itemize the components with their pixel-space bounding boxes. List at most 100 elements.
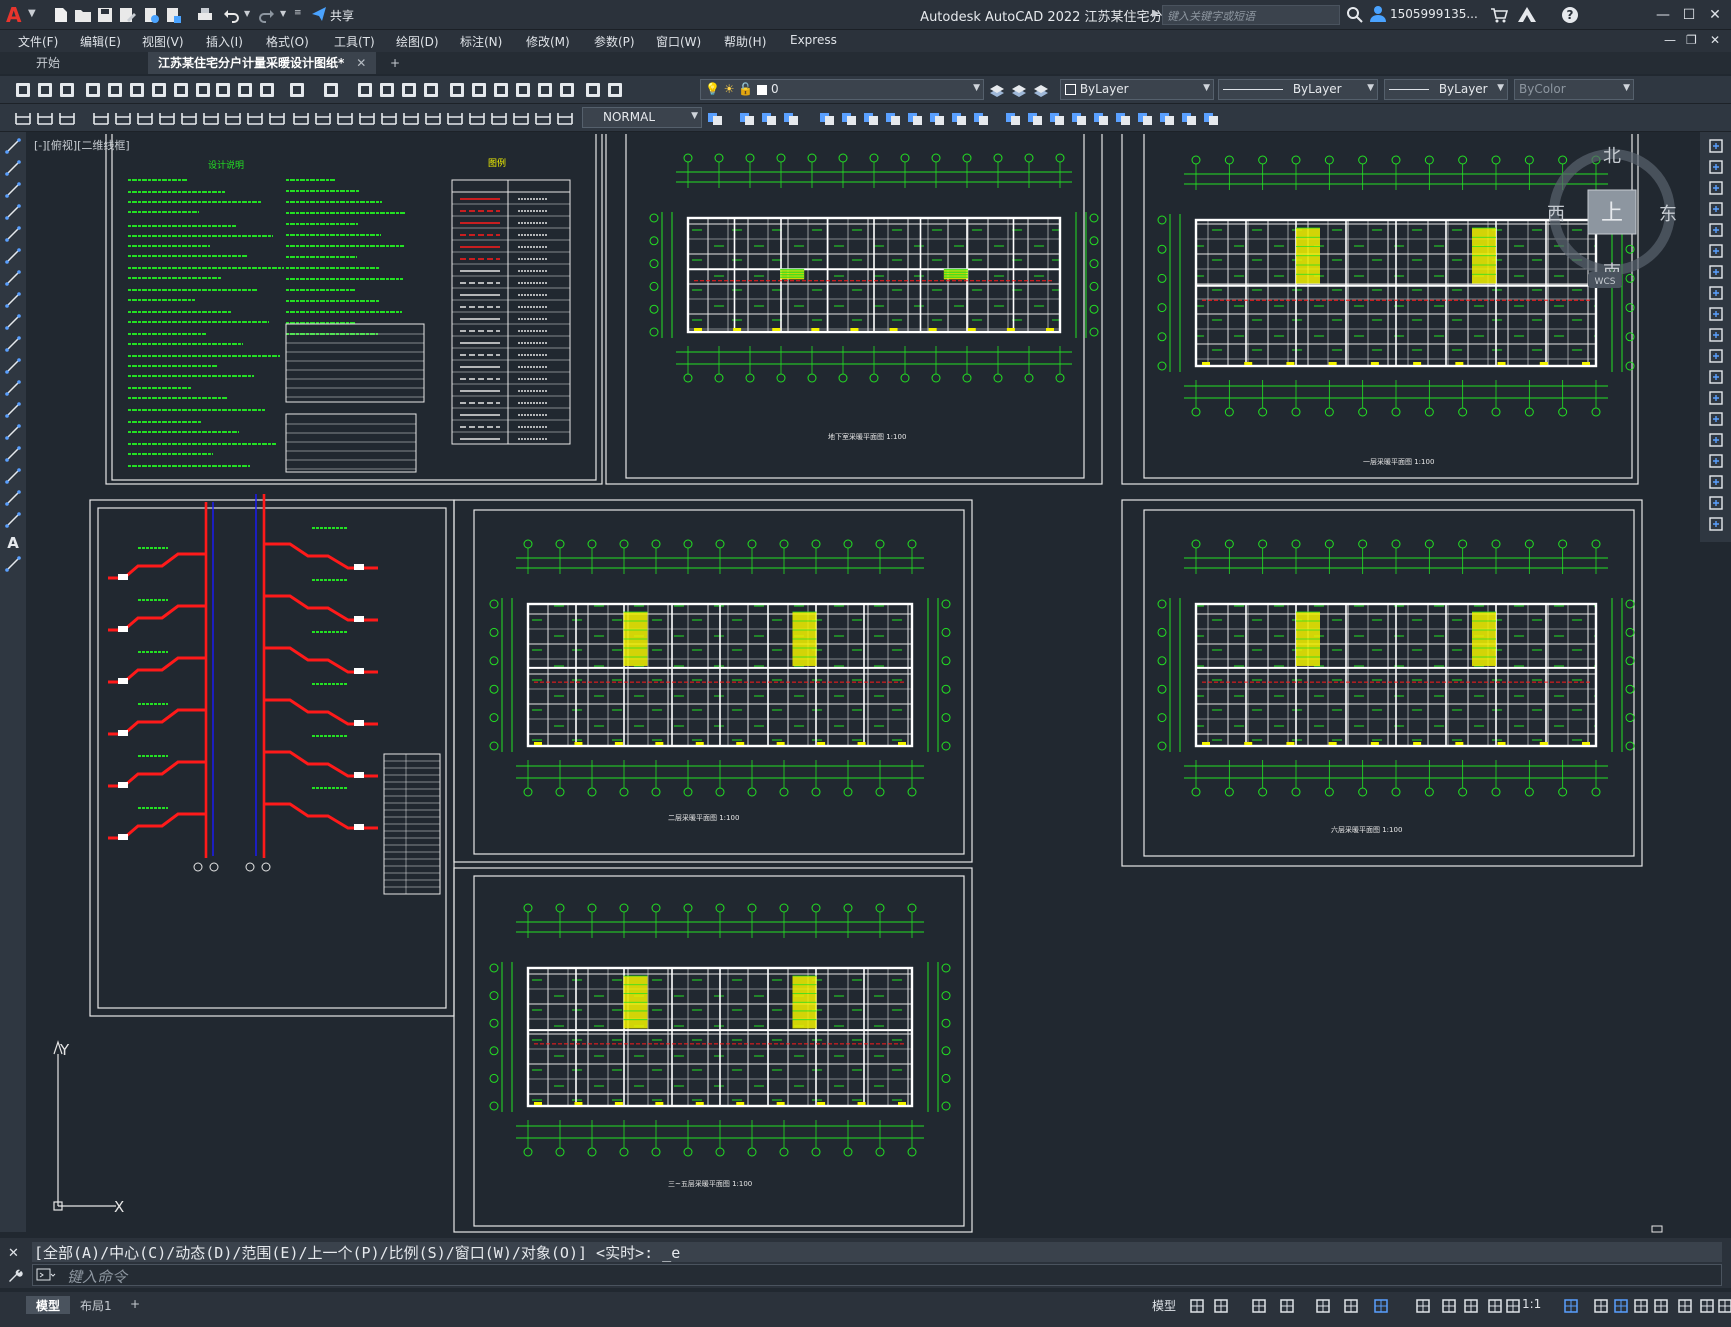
help-icon[interactable]: ? [1560, 5, 1580, 25]
modify-tool-16-icon[interactable] [1070, 109, 1088, 127]
draw-tool-12-icon[interactable] [5, 380, 21, 396]
menu-edit[interactable]: 编辑(E) [80, 33, 121, 50]
dimension-tool-11-icon[interactable] [246, 109, 264, 127]
dimension-tool-15-icon[interactable] [336, 109, 354, 127]
menu-file[interactable]: 文件(F) [18, 33, 58, 50]
units-icon[interactable] [1612, 1297, 1630, 1315]
command-input[interactable]: 键入命令 [32, 1264, 1722, 1286]
tab-model[interactable]: 模型 [26, 1296, 71, 1314]
modify-side-tool-1-icon[interactable] [1708, 138, 1724, 154]
lineweight-dropdown[interactable]: ByLayer ▼ [1384, 79, 1508, 100]
draw-tool-9-icon[interactable] [5, 314, 21, 330]
modify-tool-4-icon[interactable] [782, 109, 800, 127]
color-dropdown[interactable]: ByLayer ▼ [1060, 79, 1214, 100]
draw-tool-6-icon[interactable] [5, 248, 21, 264]
frame-system-diagram[interactable] [89, 499, 455, 1017]
annotation-monitor-icon[interactable] [1592, 1297, 1610, 1315]
user-name[interactable]: 1505999135... [1390, 7, 1478, 21]
draw-tool-16-icon[interactable] [5, 468, 21, 484]
3d-print-icon[interactable] [150, 81, 168, 99]
command-close-icon[interactable]: ✕ [8, 1246, 19, 1261]
menu-parametric[interactable]: 参数(P) [594, 33, 635, 50]
ortho-icon[interactable] [1250, 1297, 1268, 1315]
draw-tool-11-icon[interactable] [5, 358, 21, 374]
redo-icon[interactable] [322, 81, 340, 99]
modify-tool-2-icon[interactable] [738, 109, 756, 127]
share-icon[interactable] [310, 5, 328, 23]
dimension-tool-22-icon[interactable] [490, 109, 508, 127]
draw-tool-8-icon[interactable] [5, 292, 21, 308]
menu-window[interactable]: 窗口(W) [656, 33, 701, 50]
user-icon[interactable] [1369, 5, 1387, 23]
linetype-dropdown[interactable]: ByLayer ▼ [1218, 79, 1378, 100]
dimension-tool-2-icon[interactable] [36, 109, 54, 127]
modify-tool-1-icon[interactable] [706, 109, 724, 127]
modify-tool-21-icon[interactable] [1180, 109, 1198, 127]
dimension-tool-24-icon[interactable] [534, 109, 552, 127]
dimension-tool-8-icon[interactable] [180, 109, 198, 127]
floor-plan[interactable] [489, 539, 951, 797]
redo-dropdown-icon[interactable]: ▼ [280, 9, 290, 27]
quickcalc-icon[interactable] [558, 81, 576, 99]
modify-tool-18-icon[interactable] [1114, 109, 1132, 127]
sheet-set-icon[interactable] [514, 81, 532, 99]
tab-close-icon[interactable]: ✕ [356, 56, 366, 70]
modify-side-tool-12-icon[interactable] [1708, 369, 1724, 385]
dimension-tool-12-icon[interactable] [268, 109, 286, 127]
floor-plan[interactable] [489, 903, 951, 1157]
model-space-toggle[interactable]: 模型 [1152, 1297, 1176, 1314]
modify-side-tool-16-icon[interactable] [1708, 453, 1724, 469]
modify-side-tool-5-icon[interactable] [1708, 222, 1724, 238]
draw-tool-7-icon[interactable] [5, 270, 21, 286]
search-input[interactable]: 键入关键字或短语 [1162, 5, 1340, 25]
modify-tool-9-icon[interactable] [906, 109, 924, 127]
search-expand-icon[interactable]: ▶ [1152, 8, 1160, 19]
minimize-button[interactable]: — [1652, 4, 1674, 26]
draw-tool-15-icon[interactable] [5, 446, 21, 462]
plot-icon[interactable] [84, 81, 102, 99]
save-as-icon[interactable] [118, 6, 136, 24]
layer-dropdown[interactable]: 💡 ☀ 🔓 0 ▼ [700, 79, 984, 100]
dimstyle-dropdown[interactable]: NORMAL ▼ [582, 107, 702, 128]
draw-tool-14-icon[interactable] [5, 424, 21, 440]
customize-qat-icon[interactable]: ≡ [294, 8, 306, 26]
layer-properties-icon[interactable] [606, 81, 624, 99]
search-icon[interactable] [1346, 6, 1364, 24]
markup-icon[interactable] [536, 81, 554, 99]
share-button[interactable]: 共享 [330, 7, 354, 24]
draw-tool-19-icon[interactable]: A [5, 534, 21, 552]
dimension-tool-25-icon[interactable] [556, 109, 574, 127]
modify-tool-13-icon[interactable] [1004, 109, 1022, 127]
save-icon[interactable] [96, 6, 114, 24]
dimension-tool-4-icon[interactable] [92, 109, 110, 127]
new-tab-button[interactable]: + [380, 52, 410, 74]
modify-side-tool-19-icon[interactable] [1708, 516, 1724, 532]
cut-icon[interactable] [172, 81, 190, 99]
modify-tool-7-icon[interactable] [862, 109, 880, 127]
save-icon[interactable] [58, 81, 76, 99]
selection-cycling-icon[interactable] [1462, 1297, 1480, 1315]
lineweight-icon[interactable] [1414, 1297, 1432, 1315]
draw-tool-20-icon[interactable] [5, 556, 21, 572]
annotation-scale[interactable]: 1:1 [1522, 1297, 1541, 1311]
modify-tool-15-icon[interactable] [1048, 109, 1066, 127]
modify-side-tool-8-icon[interactable] [1708, 285, 1724, 301]
dimension-tool-21-icon[interactable] [468, 109, 486, 127]
pan-icon[interactable] [356, 81, 374, 99]
menu-modify[interactable]: 修改(M) [526, 33, 570, 50]
menu-tools[interactable]: 工具(T) [334, 33, 375, 50]
draw-tool-17-icon[interactable] [5, 490, 21, 506]
dimension-tool-5-icon[interactable] [114, 109, 132, 127]
viewcube-east[interactable]: 东 [1659, 204, 1677, 225]
publish-icon[interactable] [128, 81, 146, 99]
polar-icon[interactable] [1278, 1297, 1296, 1315]
open-icon[interactable] [36, 81, 54, 99]
layer-states-icon[interactable] [988, 81, 1006, 99]
make-current-icon[interactable] [1010, 81, 1028, 99]
viewcube-west[interactable]: 西 [1547, 204, 1565, 225]
modify-tool-14-icon[interactable] [1026, 109, 1044, 127]
drawing-canvas[interactable]: 设计说明 图例 地下室采暖平面图 1:100 一层采暖平面图 1:100 二层采… [28, 134, 1698, 1234]
new-icon[interactable] [14, 81, 32, 99]
menu-view[interactable]: 视图(V) [142, 33, 184, 50]
undo-icon[interactable] [288, 81, 306, 99]
